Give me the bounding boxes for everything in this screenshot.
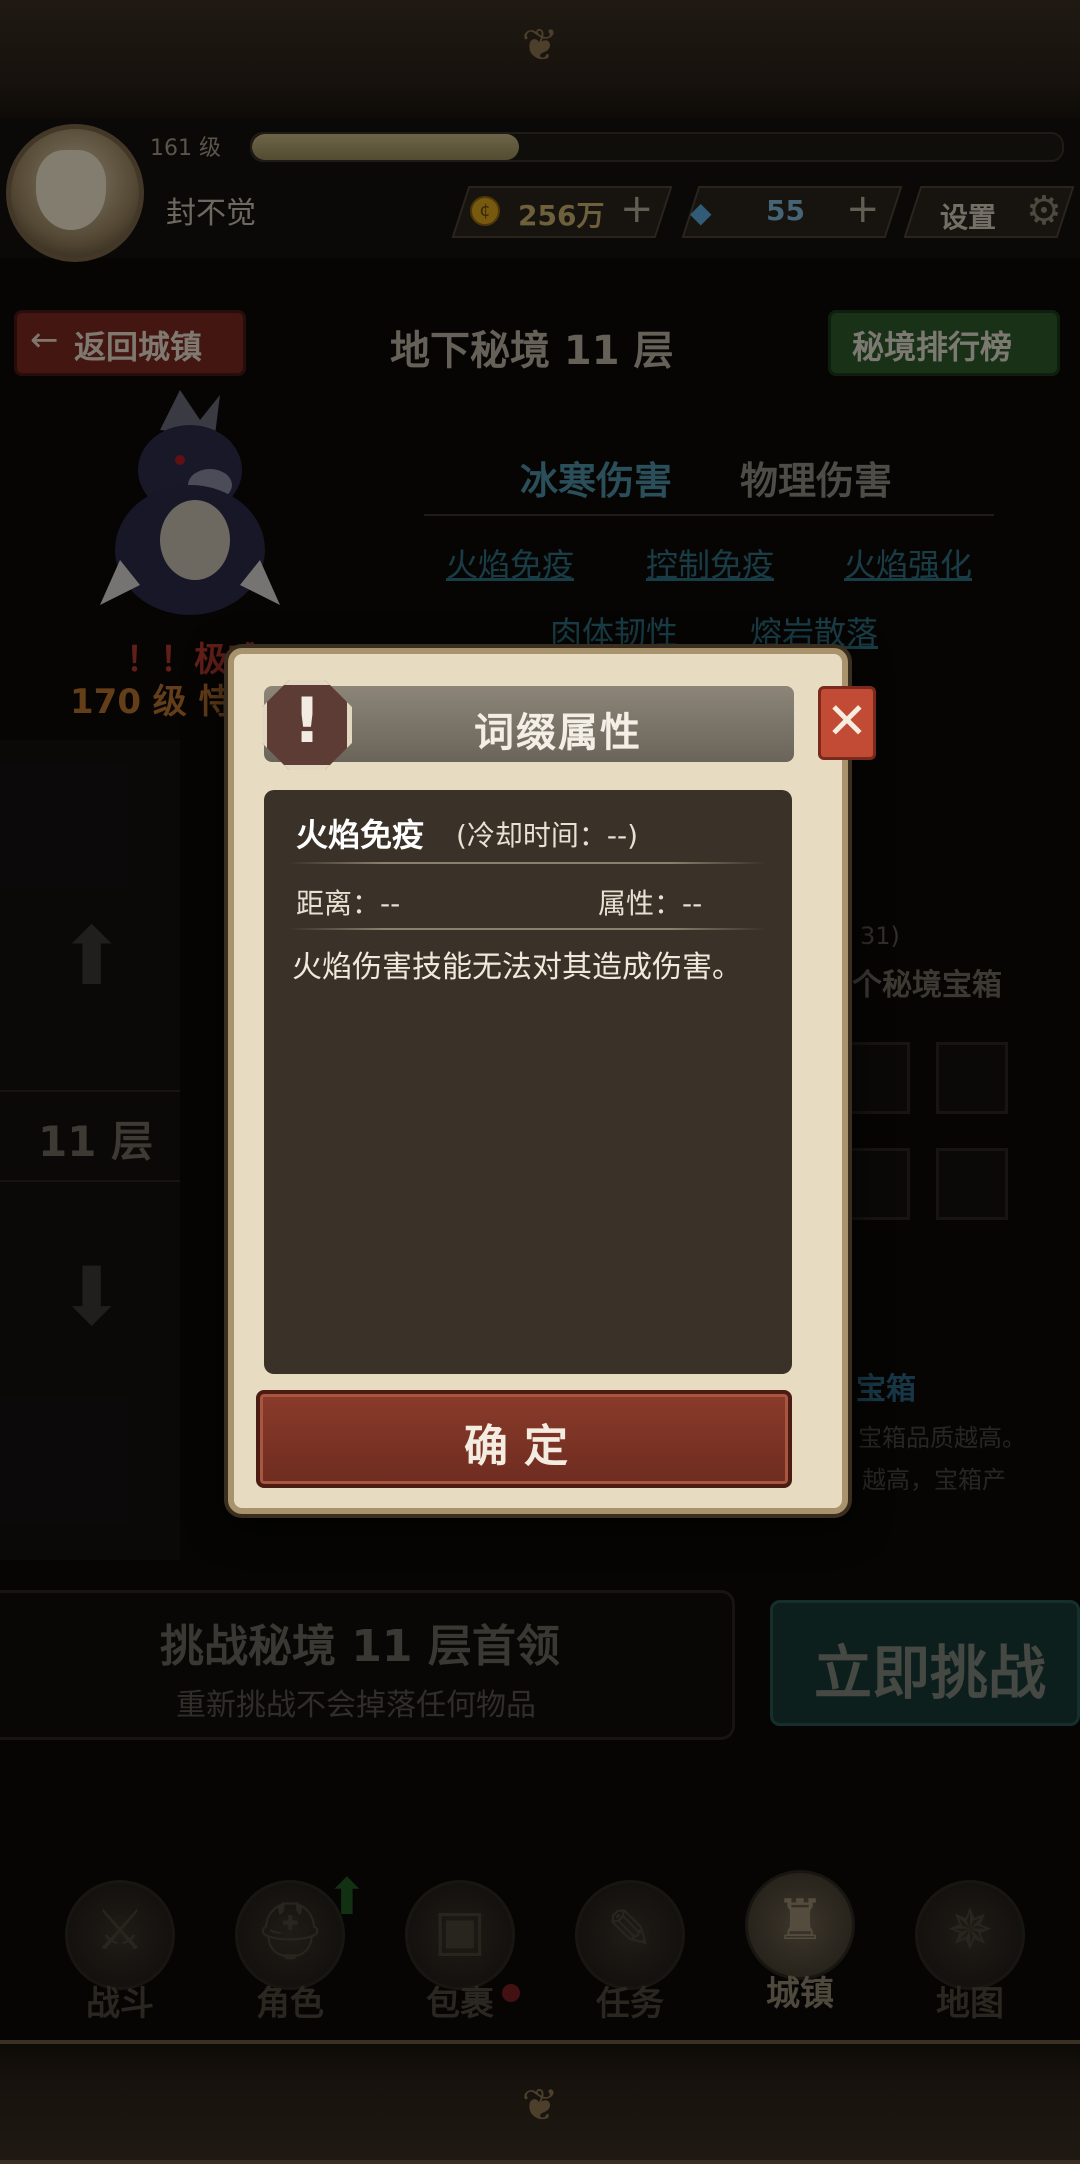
confirm-label: 确定 (464, 1421, 584, 1472)
affix-distance: 距离：-- (296, 887, 401, 920)
dialog-title: 词缀属性 (474, 710, 642, 756)
exclamation-icon: ! (292, 684, 322, 757)
separator (288, 928, 766, 930)
dialog-content (264, 790, 792, 1374)
affix-description: 火焰伤害技能无法对其造成伤害。 (292, 950, 742, 985)
affix-cooldown: (冷却时间：--) (456, 819, 639, 852)
separator (288, 862, 766, 864)
affix-attribute: 属性：-- (598, 887, 703, 920)
close-icon[interactable]: ✕ (818, 692, 876, 750)
affix-name: 火焰免疫 (296, 816, 425, 854)
